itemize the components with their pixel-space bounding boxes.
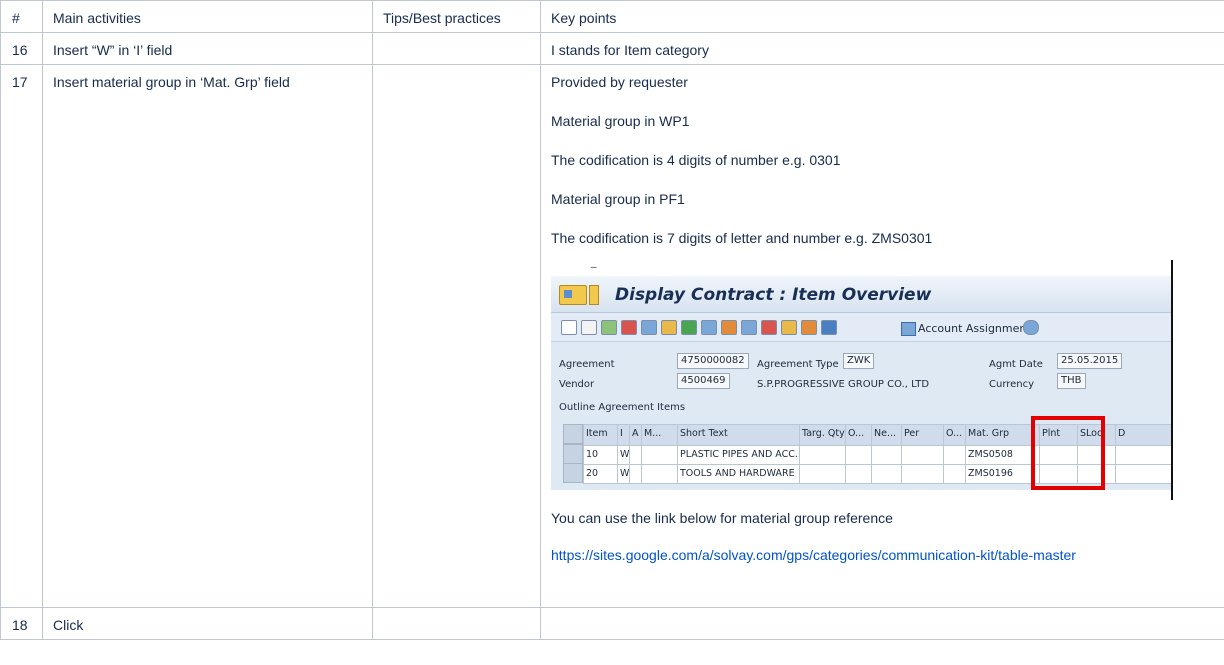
- row-selector-header[interactable]: [563, 424, 583, 444]
- vendor-name: S.P.PROGRESSIVE GROUP CO., LTD: [757, 379, 930, 390]
- vendor-field[interactable]: 4500469: [677, 373, 730, 389]
- grid-item-cell[interactable]: 10: [583, 445, 618, 465]
- grid-column-header[interactable]: Per: [901, 424, 944, 446]
- grid-i-cell[interactable]: W: [617, 445, 630, 465]
- row-number: 16: [0, 32, 43, 65]
- details-icon[interactable]: [741, 320, 757, 335]
- keypoint-text: Material group in PF1: [551, 191, 685, 207]
- delivery-icon[interactable]: [801, 320, 817, 335]
- row-selector[interactable]: [563, 444, 583, 464]
- row-activity: Click: [42, 607, 373, 640]
- table-row: 16 Insert “W” in ‘I’ field I stands for …: [0, 32, 1224, 65]
- edit-icon[interactable]: [641, 320, 657, 335]
- export-icon[interactable]: [601, 320, 617, 335]
- chart-icon[interactable]: [821, 320, 837, 335]
- flag-icon[interactable]: [681, 320, 697, 335]
- header-num: #: [0, 0, 43, 33]
- row-tips: [372, 64, 541, 608]
- keypoint-text: The codification is 4 digits of number e…: [551, 152, 841, 168]
- currency-label: Currency: [989, 379, 1035, 390]
- services-icon[interactable]: [1023, 320, 1039, 335]
- header-main-activities: Main activities: [42, 0, 373, 33]
- grid-short-text-cell[interactable]: PLASTIC PIPES AND ACC...: [677, 445, 800, 465]
- material-group-reference-link[interactable]: https://sites.google.com/a/solvay.com/gp…: [551, 547, 1076, 563]
- row-selector[interactable]: [563, 463, 583, 483]
- row-tips: [372, 32, 541, 65]
- display-icon[interactable]: [701, 320, 717, 335]
- grid-mat-grp-cell[interactable]: ZMS0196: [965, 464, 1040, 484]
- agmt-date-field[interactable]: 25.05.2015: [1057, 353, 1123, 369]
- agreement-label: Agreement: [559, 359, 615, 370]
- grid-column-header[interactable]: Targ. Qty: [799, 424, 846, 446]
- row-activity: Insert “W” in ‘I’ field: [42, 32, 373, 65]
- grid-short-text-cell[interactable]: TOOLS AND HARDWARE: [677, 464, 800, 484]
- grid-column-header[interactable]: M...: [641, 424, 678, 446]
- table-row: 18 Click: [0, 607, 1224, 640]
- sap-screen-title: Display Contract : Item Overview: [615, 285, 932, 305]
- row-number: 18: [0, 607, 43, 640]
- sap-dropdown-icon: [589, 285, 599, 305]
- currency-field[interactable]: THB: [1057, 373, 1086, 389]
- conditions-icon[interactable]: [721, 320, 737, 335]
- keypoint-text: Material group in WP1: [551, 113, 690, 129]
- agmt-date-label: Agmt Date: [989, 359, 1043, 370]
- partner-icon[interactable]: [661, 320, 677, 335]
- sap-screenshot: ‾ Display Contract : Item Overview Accou…: [551, 260, 1173, 500]
- row-keypoint: [540, 607, 1224, 640]
- account-assignments-button[interactable]: Account Assignments: [901, 319, 1036, 339]
- grid-column-header[interactable]: A: [629, 424, 642, 446]
- table-row: 17 Insert material group in ‘Mat. Grp’ f…: [0, 64, 1224, 608]
- keypoint-text: The codification is 7 digits of letter a…: [551, 230, 933, 246]
- grid-item-cell[interactable]: 20: [583, 464, 618, 484]
- notes-icon[interactable]: [781, 320, 797, 335]
- sap-toolbar: Account Assignments: [551, 313, 1171, 342]
- grid-column-header[interactable]: Ne...: [871, 424, 902, 446]
- agreement-type-field[interactable]: ZWK: [843, 353, 875, 369]
- texts-icon[interactable]: [761, 320, 777, 335]
- row-tips: [372, 607, 541, 640]
- sap-title-bar: Display Contract : Item Overview: [551, 276, 1171, 313]
- header-key-points: Key points: [540, 0, 1224, 33]
- grid-column-header-mat-grp[interactable]: Mat. Grp: [965, 424, 1040, 446]
- grid-column-header[interactable]: I: [617, 424, 630, 446]
- sap-menu-icon: [559, 285, 587, 305]
- procedure-table: # Main activities Tips/Best practices Ke…: [0, 0, 1224, 640]
- row-keypoint: I stands for Item category: [540, 32, 1224, 65]
- account-assignments-icon: [901, 322, 916, 336]
- keypoint-text: Provided by requester: [551, 74, 688, 90]
- grid-i-cell[interactable]: W: [617, 464, 630, 484]
- grid-column-header[interactable]: Item: [583, 424, 618, 446]
- keypoint-text: You can use the link below for material …: [551, 510, 893, 526]
- new-icon[interactable]: [561, 320, 577, 335]
- agreement-type-label: Agreement Type: [757, 359, 839, 370]
- document-icon[interactable]: [581, 320, 597, 335]
- vendor-label: Vendor: [559, 379, 595, 390]
- grid-column-header[interactable]: O...: [943, 424, 966, 446]
- grid-mat-grp-cell[interactable]: ZMS0508: [965, 445, 1040, 465]
- row-number: 17: [0, 64, 43, 608]
- mat-grp-highlight-box: [1031, 416, 1105, 490]
- grid-column-header[interactable]: D: [1115, 424, 1172, 446]
- agreement-field[interactable]: 4750000082: [677, 353, 749, 369]
- outline-agreement-label: Outline Agreement Items: [559, 402, 686, 413]
- grid-column-header[interactable]: Short Text: [677, 424, 800, 446]
- row-activity: Insert material group in ‘Mat. Grp’ fiel…: [42, 64, 373, 608]
- print-icon[interactable]: [621, 320, 637, 335]
- row-keypoints: Provided by requester Material group in …: [540, 64, 1224, 608]
- table-header-row: # Main activities Tips/Best practices Ke…: [0, 0, 1224, 33]
- header-tips: Tips/Best practices: [372, 0, 541, 33]
- grid-column-header[interactable]: O...: [845, 424, 872, 446]
